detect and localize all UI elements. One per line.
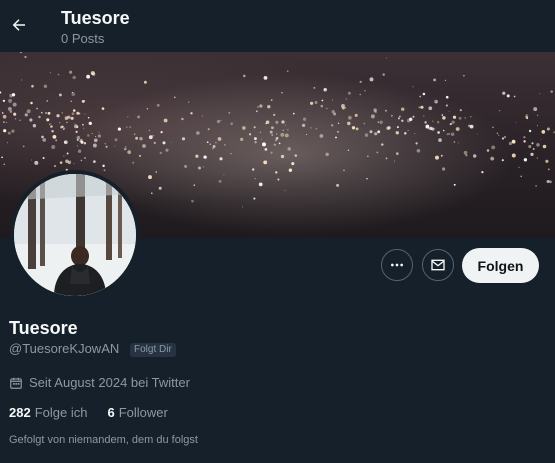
join-date: Seit August 2024 bei Twitter xyxy=(9,375,190,390)
profile-handle: @TuesoreKJowAN xyxy=(9,341,120,356)
followers-link[interactable]: 6 Follower xyxy=(107,405,167,420)
profile-name: Tuesore xyxy=(9,318,78,338)
top-bar: Tuesore 0 Posts xyxy=(0,0,555,52)
followers-count: 6 xyxy=(107,405,115,420)
back-button[interactable] xyxy=(6,9,32,41)
follow-button[interactable]: Folgen xyxy=(462,248,539,283)
more-icon xyxy=(391,263,403,267)
follow-stats: 282 Folge ich 6 Follower xyxy=(9,405,168,420)
followers-label: Follower xyxy=(118,405,168,420)
more-button[interactable] xyxy=(381,249,413,281)
calendar-icon xyxy=(10,377,22,389)
envelope-icon xyxy=(431,259,445,271)
following-label: Folge ich xyxy=(34,405,88,420)
arrow-left-icon xyxy=(12,19,25,31)
following-link[interactable]: 282 Folge ich xyxy=(9,405,87,420)
header-title: Tuesore xyxy=(61,8,130,28)
avatar-image xyxy=(14,174,136,296)
following-count: 282 xyxy=(9,405,31,420)
followed-by-text: Gefolgt von niemandem, dem du folgst xyxy=(9,434,198,446)
message-button[interactable] xyxy=(422,249,454,281)
post-count: 0 Posts xyxy=(61,31,105,46)
follows-you-badge: Folgt Dir xyxy=(130,343,176,357)
avatar[interactable] xyxy=(10,170,140,300)
join-date-text: Seit August 2024 bei Twitter xyxy=(29,375,190,390)
